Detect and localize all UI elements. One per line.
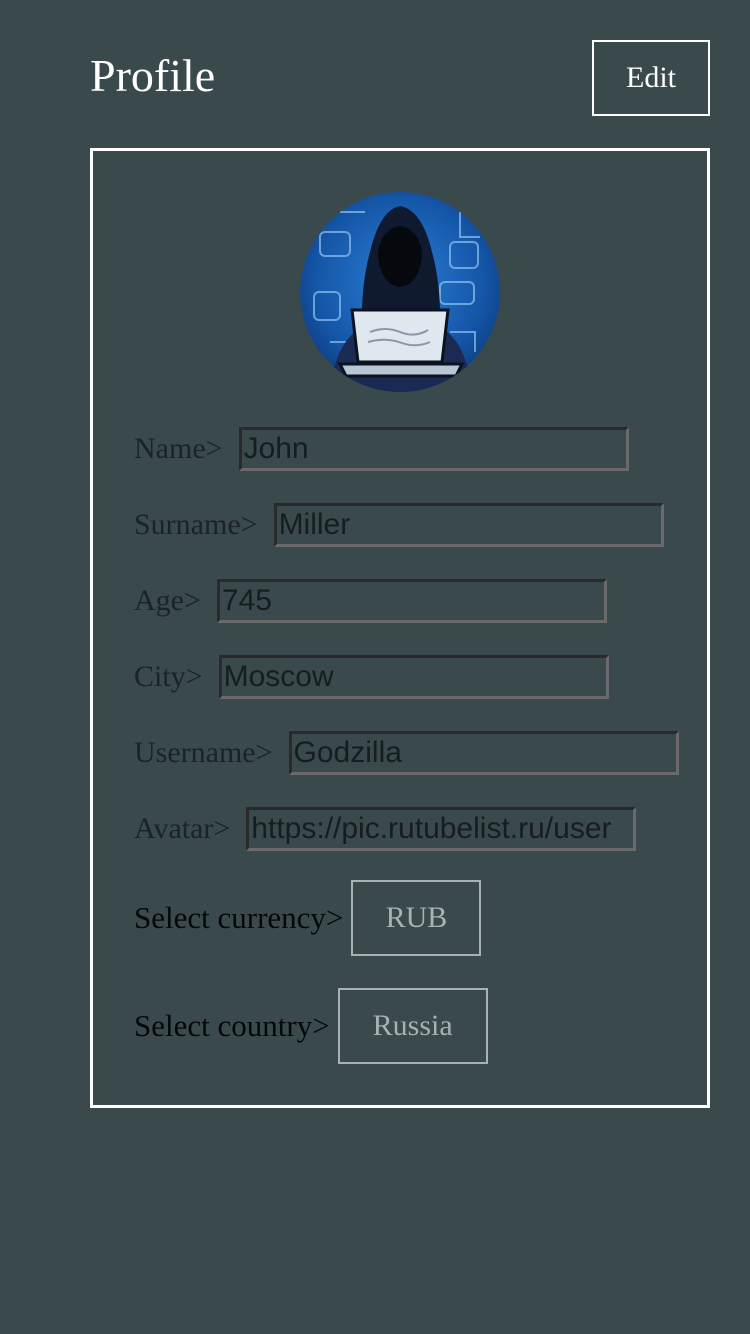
username-label: Username> — [134, 736, 273, 769]
age-row: Age> — [134, 579, 607, 623]
avatar — [300, 192, 500, 392]
country-row: Select country> Russia — [134, 988, 488, 1064]
city-row: City> — [134, 655, 609, 699]
city-field[interactable] — [218, 655, 609, 699]
age-label: Age> — [134, 584, 201, 617]
username-row: Username> — [134, 731, 679, 775]
country-select-button[interactable]: Russia — [337, 988, 488, 1064]
name-label: Name> — [134, 432, 223, 465]
currency-row: Select currency> RUB — [134, 880, 482, 956]
currency-select-button[interactable]: RUB — [351, 880, 482, 956]
avatar-url-label: Avatar> — [134, 812, 231, 845]
avatar-url-row: Avatar> — [134, 807, 637, 851]
currency-label: Select currency> — [134, 900, 344, 935]
profile-card: Name> Surname> Age> City> Username> Avat… — [90, 148, 710, 1108]
surname-row: Surname> — [134, 503, 664, 547]
edit-button[interactable]: Edit — [592, 40, 710, 116]
city-label: City> — [134, 660, 203, 693]
page-title: Profile — [90, 50, 216, 101]
country-label: Select country> — [134, 1008, 330, 1043]
name-row: Name> — [134, 427, 629, 471]
surname-field[interactable] — [273, 503, 664, 547]
age-field[interactable] — [216, 579, 607, 623]
avatar-url-field[interactable] — [246, 807, 637, 851]
name-field[interactable] — [238, 427, 629, 471]
hacker-avatar-icon — [300, 192, 500, 392]
username-field[interactable] — [288, 731, 679, 775]
surname-label: Surname> — [134, 508, 258, 541]
